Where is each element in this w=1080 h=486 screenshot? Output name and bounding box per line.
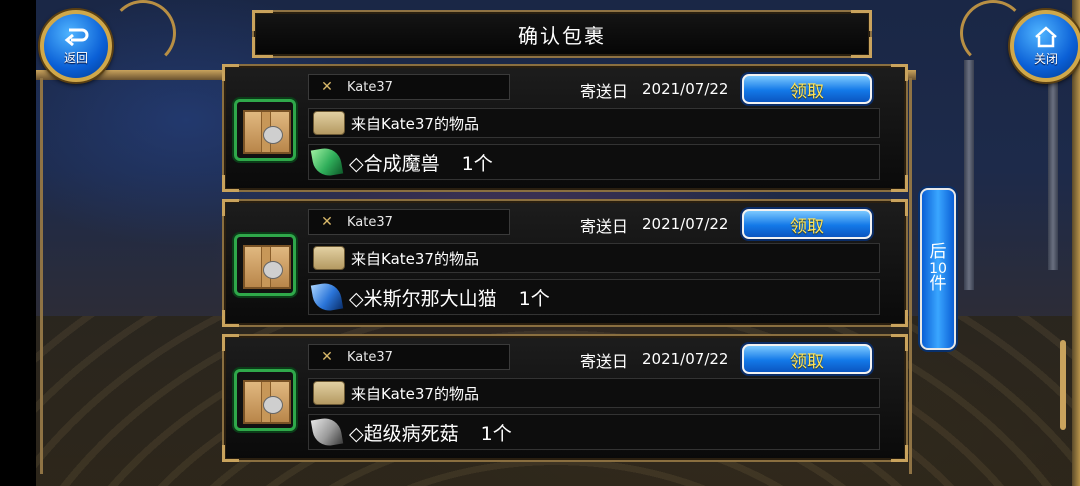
sender-badge-icon: ✕ [321, 349, 333, 365]
screen-edge [1072, 0, 1080, 486]
back-button-label: 返回 [63, 50, 88, 65]
back-button[interactable]: 返回 [40, 10, 112, 82]
home-icon [1035, 25, 1057, 47]
item-field: ◇超级病死菇 1个 [308, 414, 880, 450]
send-date: 2021/07/22 [642, 215, 729, 233]
item-quantity: 1个 [480, 422, 512, 445]
message-field: 来自Kate37的物品 [308, 108, 880, 138]
frame-ornament [110, 0, 176, 66]
return-arrow-icon [64, 28, 89, 46]
send-date: 2021/07/22 [642, 350, 729, 368]
send-date-label: 寄送日 [580, 217, 629, 236]
parcel-box-icon [234, 369, 296, 431]
sender-badge-icon: ✕ [321, 214, 333, 230]
sender-name: Kate37 [347, 79, 393, 95]
scrollbar[interactable] [1060, 340, 1066, 430]
parcel-row: ✕ Kate37 寄送日 2021/07/22 领取 来自Kate37的物品 ◇… [222, 64, 908, 192]
close-button-label: 关闭 [1033, 51, 1058, 66]
scroll-icon [313, 111, 345, 135]
next-page-unit: 件 [929, 274, 947, 295]
claim-button[interactable]: 领取 [742, 74, 872, 104]
blue-leaf-icon [310, 280, 344, 314]
parcel-box-icon [234, 99, 296, 161]
send-date-label: 寄送日 [580, 352, 629, 371]
sender-field: ✕ Kate37 [308, 74, 510, 100]
message-text: 来自Kate37的物品 [351, 114, 479, 133]
scroll-icon [313, 381, 345, 405]
claim-button[interactable]: 领取 [742, 344, 872, 374]
next-page-label: 后 [929, 241, 947, 262]
message-text: 来自Kate37的物品 [351, 384, 479, 403]
parcel-row: ✕ Kate37 寄送日 2021/07/22 领取 来自Kate37的物品 ◇… [222, 199, 908, 327]
item-name: ◇超级病死菇 [349, 422, 459, 445]
item-quantity: 1个 [518, 287, 550, 310]
item-name: ◇米斯尔那大山猫 [349, 287, 497, 310]
sender-field: ✕ Kate37 [308, 344, 510, 370]
message-field: 来自Kate37的物品 [308, 243, 880, 273]
screen-edge [0, 0, 36, 486]
close-button[interactable]: 关闭 [1010, 10, 1080, 82]
sender-name: Kate37 [347, 214, 393, 230]
page-title: 确认包裹 [518, 23, 606, 48]
sender-badge-icon: ✕ [321, 79, 333, 95]
item-field: ◇合成魔兽 1个 [308, 144, 880, 180]
claim-button[interactable]: 领取 [742, 209, 872, 239]
item-quantity: 1个 [461, 152, 493, 175]
sender-name: Kate37 [347, 349, 393, 365]
next-page-button[interactable]: 后 10 件 [920, 188, 956, 350]
title-bar: 确认包裹 [252, 10, 872, 58]
green-leaf-icon [310, 145, 344, 179]
parcel-row: ✕ Kate37 寄送日 2021/07/22 领取 来自Kate37的物品 ◇… [222, 334, 908, 462]
item-field: ◇米斯尔那大山猫 1个 [308, 279, 880, 315]
background-pillar [964, 60, 974, 290]
message-text: 来自Kate37的物品 [351, 249, 479, 268]
send-date-label: 寄送日 [580, 82, 629, 101]
sender-field: ✕ Kate37 [308, 209, 510, 235]
item-name: ◇合成魔兽 [349, 152, 440, 175]
send-date: 2021/07/22 [642, 80, 729, 98]
message-field: 来自Kate37的物品 [308, 378, 880, 408]
gray-leaf-icon [310, 415, 344, 449]
parcel-box-icon [234, 234, 296, 296]
scroll-icon [313, 246, 345, 270]
